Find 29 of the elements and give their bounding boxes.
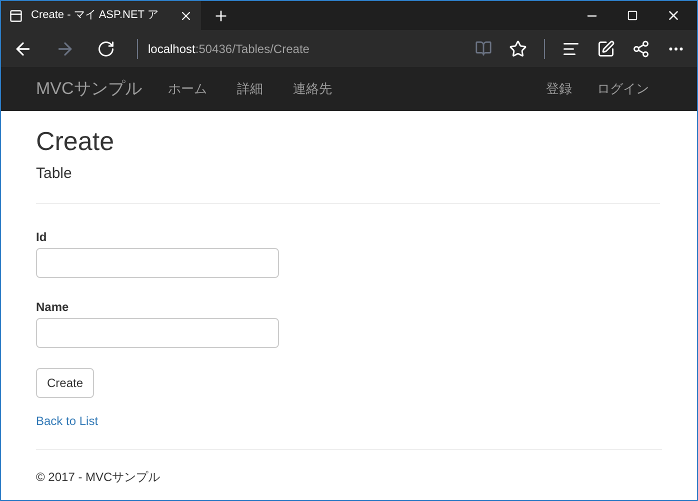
page-title: Create	[36, 125, 116, 158]
url-host: localhost	[148, 40, 196, 58]
field-label: Name	[36, 299, 70, 316]
back-to-list-link[interactable]: Back to List	[36, 412, 662, 430]
page-subtitle: Table	[36, 164, 73, 184]
nav-link[interactable]: 登録	[546, 79, 572, 99]
nav-link[interactable]: 詳細	[236, 79, 263, 99]
tab-title: Create - マイ ASP.NET ア	[31, 8, 158, 24]
close-icon[interactable]	[666, 8, 681, 23]
url-path: :50436/Tables/Create	[195, 40, 310, 58]
text-field[interactable]	[36, 248, 279, 278]
field-label: Id	[36, 229, 48, 246]
browser-tab[interactable]: Create - マイ ASP.NET ア	[1, 1, 201, 30]
url-field[interactable]: localhost:50436/Tables/Create	[148, 40, 310, 58]
create-button[interactable]: Create	[36, 368, 94, 398]
nav-link[interactable]: ログイン	[597, 79, 649, 99]
reading-view-icon[interactable]	[475, 40, 492, 57]
page-icon	[9, 8, 23, 22]
share-icon[interactable]	[632, 40, 650, 58]
footer-text: © 2017 - MVCサンプル	[36, 469, 162, 486]
note-icon[interactable]	[597, 40, 615, 58]
favorite-icon[interactable]	[509, 40, 527, 58]
refresh-icon[interactable]	[97, 40, 115, 58]
maximize-icon[interactable]	[627, 10, 638, 21]
brand-link[interactable]: MVCサンプル	[36, 76, 142, 102]
text-field[interactable]	[36, 318, 279, 348]
nav-link[interactable]: ホーム	[168, 79, 207, 99]
nav-link[interactable]: 連絡先	[292, 79, 332, 99]
new-tab-icon[interactable]	[213, 8, 229, 24]
